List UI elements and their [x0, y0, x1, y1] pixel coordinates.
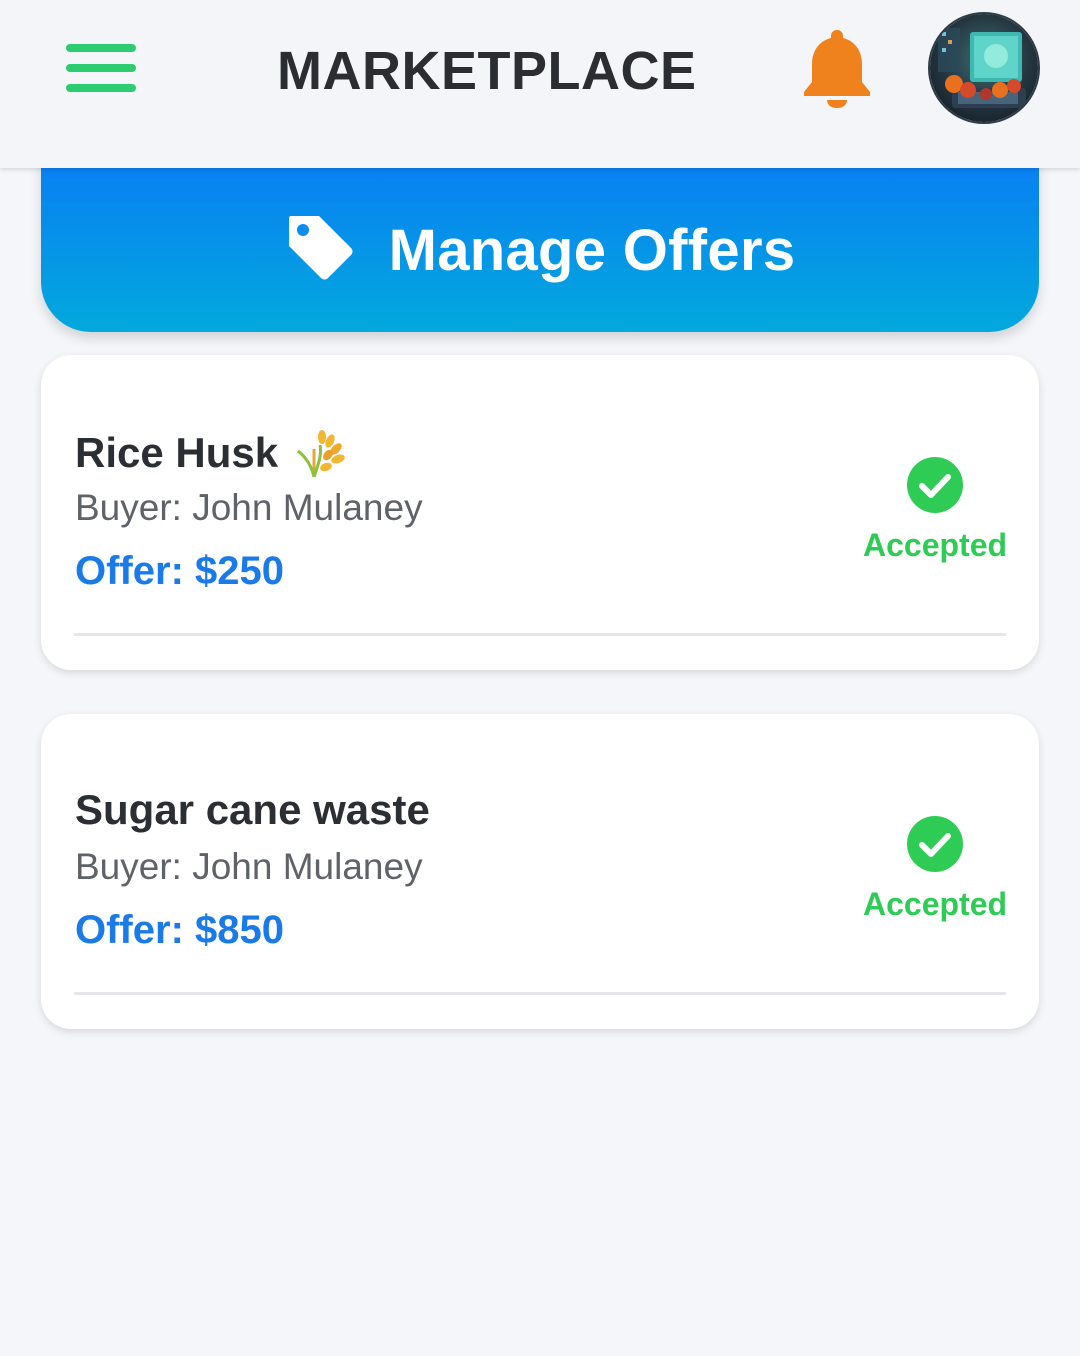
app-screen: MARKETPLACE Manage Offers Rice Husk Buye…	[0, 0, 1080, 1356]
check-circle-icon	[907, 457, 963, 513]
offer-status: Accepted	[862, 816, 1008, 923]
offer-buyer: Buyer: John Mulaney	[75, 487, 423, 528]
user-avatar[interactable]	[928, 12, 1040, 124]
offer-card[interactable]: Sugar cane waste Buyer: John Mulaney Off…	[41, 714, 1039, 1029]
offer-product-name: Sugar cane waste	[75, 786, 430, 833]
offer-card[interactable]: Rice Husk Buyer: John Mulaney Offer: $25…	[41, 355, 1039, 670]
bell-icon[interactable]	[800, 26, 874, 110]
card-divider	[74, 633, 1006, 636]
status-label: Accepted	[862, 886, 1008, 922]
offer-product-name: Rice Husk	[75, 427, 346, 479]
offer-status: Accepted	[862, 457, 1008, 564]
status-label: Accepted	[862, 527, 1008, 563]
manage-offers-banner: Manage Offers	[41, 150, 1039, 332]
banner-title: Manage Offers	[388, 217, 796, 283]
offer-amount: Offer: $850	[75, 908, 284, 952]
offer-amount: Offer: $250	[75, 549, 284, 593]
tag-icon	[288, 216, 353, 280]
hamburger-menu-icon[interactable]	[62, 40, 140, 96]
rice-sheaf-emoji	[297, 430, 345, 478]
page-title: MARKETPLACE	[277, 41, 697, 101]
top-app-bar: MARKETPLACE	[0, 0, 1080, 168]
offer-buyer: Buyer: John Mulaney	[75, 846, 423, 887]
card-divider	[74, 992, 1006, 995]
check-circle-icon	[907, 816, 963, 872]
